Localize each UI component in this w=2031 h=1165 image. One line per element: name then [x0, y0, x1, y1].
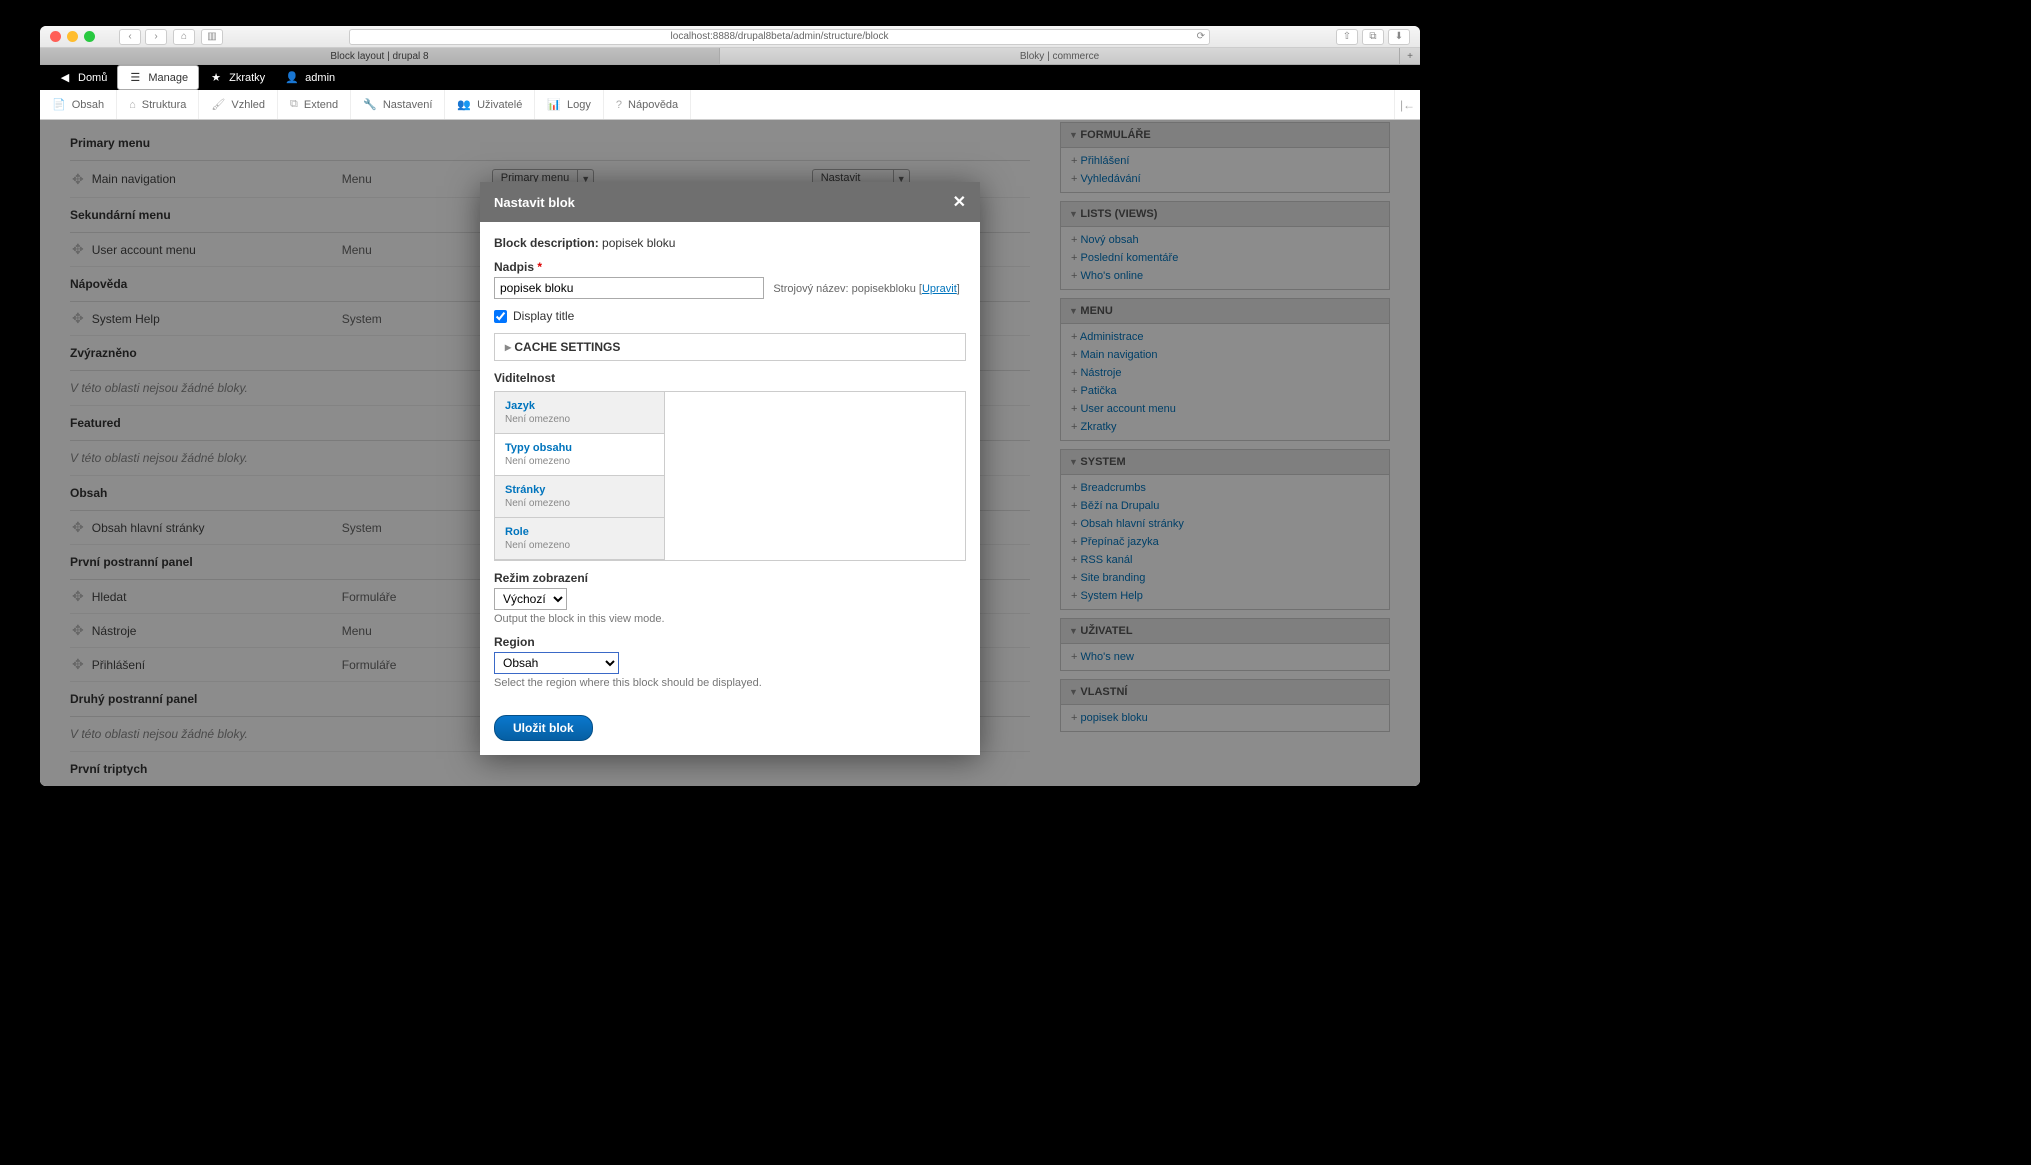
- toolbar-home[interactable]: ◀Domů: [48, 65, 117, 90]
- visibility-panel: [665, 392, 965, 560]
- cache-settings-details[interactable]: CACHE SETTINGS: [494, 333, 966, 361]
- admin-menu-item[interactable]: ?Nápověda: [604, 90, 691, 119]
- tabs-icon[interactable]: ⧉: [1362, 29, 1384, 45]
- save-button[interactable]: Uložit blok: [494, 715, 593, 741]
- block-description: Block description: popisek bloku: [494, 236, 966, 250]
- machine-name: Strojový název: popisekbloku [Upravit]: [773, 283, 960, 295]
- admin-menu-item[interactable]: 🔧Nastavení: [351, 90, 445, 119]
- nav-fwd-icon[interactable]: ›: [145, 29, 167, 45]
- title-input[interactable]: [494, 277, 764, 299]
- sidebar-toggle-icon[interactable]: ⌂: [173, 29, 195, 45]
- region-help: Select the region where this block shoul…: [494, 677, 966, 689]
- admin-menu-item[interactable]: 📊Logy: [535, 90, 604, 119]
- menu-icon: ⧉: [290, 98, 298, 111]
- user-icon: 👤: [285, 71, 299, 84]
- visibility-tabs: JazykNení omezenoTypy obsahuNení omezeno…: [494, 391, 966, 561]
- browser-window: ‹ › ⌂ ▥ localhost:8888/drupal8beta/admin…: [40, 26, 1420, 786]
- title-label: Nadpis *: [494, 260, 966, 274]
- toolbar-shortcuts[interactable]: ★Zkratky: [199, 65, 275, 90]
- admin-menu-item[interactable]: 🖌Vzhled: [199, 90, 278, 119]
- modal-title: Nastavit blok: [494, 195, 575, 210]
- downloads-icon[interactable]: ⬇: [1388, 29, 1410, 45]
- menu-icon: ⌂: [129, 99, 136, 111]
- visibility-tab[interactable]: JazykNení omezeno: [495, 392, 664, 434]
- modal-header: Nastavit blok ✕: [480, 182, 980, 222]
- menu-icon: 👥: [457, 98, 471, 111]
- show-tabs-icon[interactable]: ▥: [201, 29, 223, 45]
- visibility-tab[interactable]: RoleNení omezeno: [495, 518, 664, 560]
- reload-icon[interactable]: ⟳: [1197, 31, 1205, 42]
- visibility-tab[interactable]: Typy obsahuNení omezeno: [495, 434, 664, 476]
- browser-tabs: Block layout | drupal 8 Bloky | commerce…: [40, 48, 1420, 65]
- toolbar-manage[interactable]: ☰Manage: [117, 65, 199, 90]
- close-icon[interactable]: ✕: [953, 192, 966, 212]
- share-icon[interactable]: ⇧: [1336, 29, 1358, 45]
- region-select[interactable]: Obsah: [494, 652, 619, 674]
- viewmode-help: Output the block in this view mode.: [494, 613, 966, 625]
- address-bar[interactable]: localhost:8888/drupal8beta/admin/structu…: [349, 29, 1210, 45]
- titlebar: ‹ › ⌂ ▥ localhost:8888/drupal8beta/admin…: [40, 26, 1420, 48]
- display-title-checkbox[interactable]: [494, 310, 507, 323]
- star-icon: ★: [209, 71, 223, 84]
- menu-icon: 🔧: [363, 98, 377, 111]
- menu-icon: 📄: [52, 98, 66, 111]
- toolbar-user[interactable]: 👤admin: [275, 65, 345, 90]
- nav-back-icon[interactable]: ‹: [119, 29, 141, 45]
- url-text: localhost:8888/drupal8beta/admin/structu…: [671, 31, 889, 42]
- admin-menu-item[interactable]: ⧉Extend: [278, 90, 351, 119]
- visibility-label: Viditelnost: [494, 371, 966, 385]
- viewmode-select[interactable]: Výchozí: [494, 588, 567, 610]
- menu-icon: ?: [616, 99, 622, 111]
- window-close-icon[interactable]: [50, 31, 61, 42]
- drupal-toolbar: ◀Domů ☰Manage ★Zkratky 👤admin: [40, 65, 1420, 90]
- hamburger-icon: ☰: [128, 71, 142, 84]
- admin-menu-item[interactable]: 👥Uživatelé: [445, 90, 535, 119]
- menu-icon: 📊: [547, 98, 561, 111]
- collapse-button[interactable]: |←: [1394, 90, 1420, 119]
- admin-menu: 📄Obsah⌂Struktura🖌Vzhled⧉Extend🔧Nastavení…: [40, 90, 1420, 120]
- admin-menu-item[interactable]: 📄Obsah: [40, 90, 117, 119]
- browser-tab[interactable]: Block layout | drupal 8: [40, 48, 720, 64]
- menu-icon: 🖌: [211, 98, 225, 111]
- content-area: Primary menu✥Main navigationMenuPrimary …: [40, 120, 1420, 786]
- admin-menu-item[interactable]: ⌂Struktura: [117, 90, 199, 119]
- browser-tab[interactable]: Bloky | commerce: [720, 48, 1400, 64]
- machine-edit-link[interactable]: Upravit: [922, 283, 957, 295]
- configure-block-modal: Nastavit blok ✕ Block description: popis…: [480, 182, 980, 755]
- viewmode-label: Režim zobrazení: [494, 571, 966, 585]
- window-zoom-icon[interactable]: [84, 31, 95, 42]
- region-label: Region: [494, 635, 966, 649]
- display-title-label: Display title: [513, 309, 574, 323]
- visibility-tab[interactable]: StránkyNení omezeno: [495, 476, 664, 518]
- new-tab-icon[interactable]: +: [1400, 48, 1420, 64]
- window-minimize-icon[interactable]: [67, 31, 78, 42]
- back-icon: ◀: [58, 71, 72, 84]
